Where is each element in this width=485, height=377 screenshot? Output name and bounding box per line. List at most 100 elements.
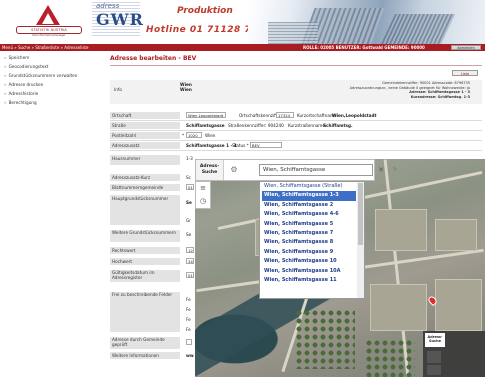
logo-text: STATISTIK AUSTRIA (16, 26, 82, 34)
suggestion-item[interactable]: Wien, Schiffamtsgasse 9 (262, 248, 356, 257)
plz-ort: Wien (205, 133, 216, 138)
info-city-line: Wien (180, 87, 192, 92)
adress-suche-tab-label: Adress- Suche (199, 164, 220, 175)
suggestion-item[interactable]: Wien, Schiffamtsgasse 10A (262, 267, 356, 276)
sidebar-item-label: Adresse drucken (8, 82, 44, 87)
rechtswert-label: Rechtswert (110, 247, 180, 254)
gwr-logo-big: GWR (96, 10, 144, 29)
sidebar-item-label: Adresshistorie (8, 91, 39, 96)
sidebar-item-grundstuecke[interactable]: » Grundstücksnummern verwalten (4, 73, 77, 78)
page-title: Adresse bearbeiten - BEV (110, 55, 197, 62)
weitere-info-label: Weitere Informationen (110, 352, 180, 359)
address-search-input[interactable]: Wien, Schiffamtsgasse (259, 164, 373, 176)
suggestion-item[interactable]: Wien, Schiffamtsgasse 1-3 (262, 191, 356, 201)
adress-suche-tab[interactable]: Adress- Suche (196, 160, 224, 180)
row-divider (110, 120, 482, 121)
logout-button[interactable]: Abmelden (451, 45, 481, 50)
map-building (375, 209, 427, 251)
suggestion-item[interactable]: Wien, Schiffamtsgasse 8 (262, 238, 356, 247)
okz-input[interactable]: 17324 (276, 112, 294, 118)
adresszusatz-value: Schiffamtsgasse 1 - 3 (186, 143, 237, 148)
hauptgrundstueck-value: Se (186, 200, 192, 205)
adress-gwr-logo: adress GWR (92, 2, 144, 40)
suggestion-item[interactable]: Wien, Schiffamtsgasse 5 (262, 220, 356, 229)
weitere-gst-value: Se (186, 232, 192, 237)
info-label: Info (114, 87, 122, 92)
liste-button[interactable]: Liste (452, 70, 478, 76)
gueltig-label: Gültigkeitsdatum im Adressregister (110, 270, 180, 282)
hauptgrundstueck-label: Hauptgrundstücksnummer (110, 195, 180, 225)
map-trees (295, 309, 355, 369)
map-building (435, 219, 477, 251)
gueltig-input[interactable]: 01 (186, 272, 194, 278)
row-divider (110, 140, 482, 141)
weitere-info-value: ww (186, 353, 194, 358)
clock-icon[interactable]: ◷ (198, 196, 208, 206)
search-input-text: Wien, Schiffamtsgasse (263, 167, 326, 173)
suggestion-item[interactable]: Wien, Schiffamtsgasse 2 (262, 201, 356, 210)
adresszusatz-kurz-label: Adresszusatz-Kurz (110, 174, 180, 181)
status-label: Status * (232, 143, 249, 148)
sidebar: » Speichern » Geocodierungstext » Grundstüc… (0, 51, 106, 377)
mini-adress-suche-button[interactable]: Adress- Suche (425, 333, 445, 347)
kurzortschaft-value: Wien,Leopoldstadt (332, 113, 377, 118)
adresszusatz-label: Adresszusatz (110, 142, 180, 149)
suggestion-item[interactable]: Wien, Schiffamtsgasse 10 (262, 257, 356, 266)
sidebar-item-label: Geocodierungstext (8, 64, 49, 69)
sidebar-item-speichern[interactable]: » Speichern (4, 55, 29, 60)
app-header: STATISTIK AUSTRIA Die Informationsmanage… (0, 0, 485, 44)
link-icon[interactable]: ✎ (390, 164, 400, 176)
info-detail-line: Kurzadresse: Schiffamtsg. 1-3 (410, 94, 470, 99)
header-banner-image (248, 0, 485, 44)
ortschaft-label: Ortschaft (110, 112, 180, 119)
statistik-austria-logo[interactable]: STATISTIK AUSTRIA Die Informationsmanage… (12, 4, 84, 40)
gwr-logo-small: adress (96, 2, 120, 10)
mini-tool-icon[interactable] (427, 365, 441, 375)
user-info: ROLLE: 02005 BENUTZER: Gottwald GEMEINDE… (303, 45, 425, 50)
ortschaft-input[interactable]: Wien,Leopoldstadt (186, 112, 226, 118)
suggestion-item[interactable]: Wien, Schiffamtsgasse 11 (262, 276, 356, 285)
sidebar-item-berechtigung[interactable]: » Berechtigung (4, 100, 37, 105)
frei-value-2: Fe (186, 307, 191, 312)
blattnummer-input[interactable]: 01 (186, 184, 194, 190)
rechtswert-input[interactable]: 12 (186, 247, 194, 253)
geprueft-checkbox[interactable] (186, 339, 192, 345)
sidebar-item-historie[interactable]: » Adresshistorie (4, 91, 38, 96)
geprueft-label: Adresse durch Gemeinde geprüft (110, 337, 180, 349)
gear-icon[interactable]: ⚙ (228, 164, 240, 176)
map-building (370, 284, 427, 331)
sidebar-item-geocodierung[interactable]: » Geocodierungstext (4, 64, 48, 69)
suggestion-item[interactable]: Wien, Schiffamtsgasse (Straße) (262, 182, 356, 191)
sidebar-item-drucken[interactable]: » Adresse drucken (4, 82, 43, 87)
hauptgrundstueck-value-3: Gr (186, 218, 191, 223)
kurzstrasse-value: Schiffamtsg. (323, 123, 353, 128)
sidebar-item-label: Speichern (8, 55, 30, 60)
frei-value-3: Fe (186, 317, 191, 322)
hochwert-input[interactable]: 34 (186, 258, 194, 264)
list-icon[interactable]: ≡ (198, 183, 208, 193)
required-marker: * (182, 133, 185, 138)
frei-label: Frei zu beschreibende Felder (110, 292, 180, 332)
strasse-value: Schiffamtsgasse (186, 123, 225, 128)
blattnummer-label: Blattnummerngemeinde (110, 184, 180, 191)
suggestion-item[interactable]: Wien, Schiffamtsgasse 7 (262, 229, 356, 238)
map-trees (365, 339, 415, 377)
breadcrumb[interactable]: Menü » Suche » Straßenliste » Adresselis… (2, 44, 88, 51)
frei-value-4: Fe (186, 327, 191, 332)
row-divider (110, 150, 482, 151)
plz-label: Postleitzahl (110, 132, 180, 139)
plz-input[interactable]: 1020 (186, 132, 202, 138)
top-navigation-bar: Menü » Suche » Straßenliste » Adresselis… (0, 44, 485, 51)
status-select[interactable]: BEV (250, 142, 282, 148)
frei-value-1: Fe (186, 297, 191, 302)
kurzstrasse-label: Kurzstraßenname: (288, 123, 327, 128)
logo-subtext: Die Informationsmanager (32, 34, 66, 37)
map-building (435, 279, 482, 331)
suggestion-item[interactable]: Wien, Schiffamtsgasse 4-6 (262, 210, 356, 219)
mini-layer-icon[interactable] (427, 351, 441, 363)
hausnummer-value: 1-3 (186, 156, 193, 161)
row-divider (110, 130, 482, 131)
close-icon[interactable]: ✕ (376, 164, 386, 176)
suggestion-scrollbar-thumb[interactable] (358, 183, 363, 245)
sidebar-item-label: Berechtigung (8, 100, 37, 105)
